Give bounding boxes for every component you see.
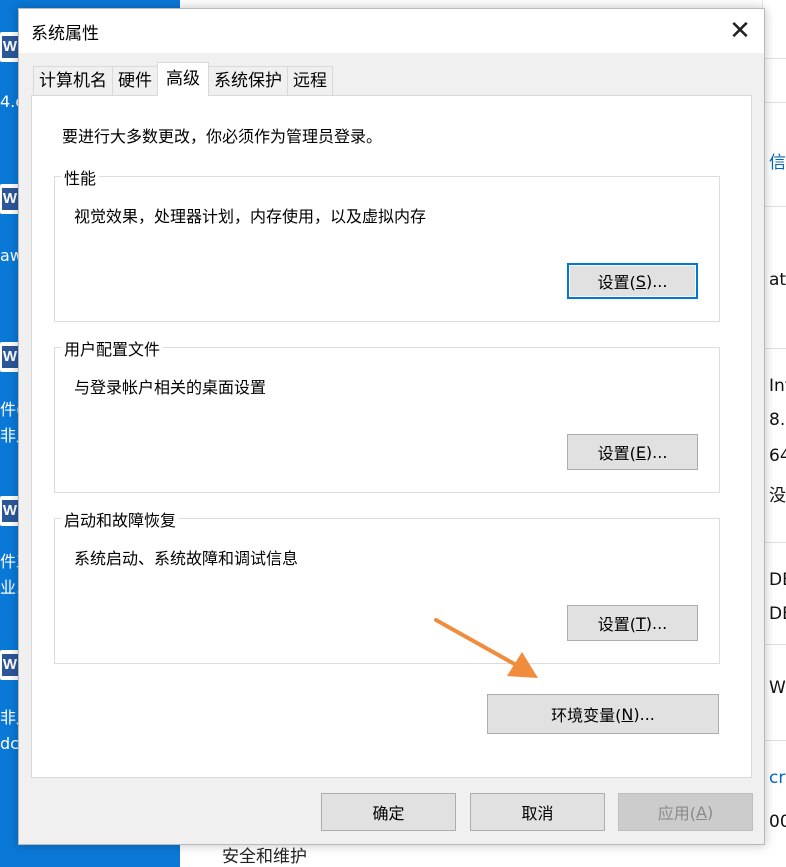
tab-advanced[interactable]: 高级 [157,62,209,96]
background-text: 00 [769,812,786,832]
button-label-suffix: )... [645,442,668,462]
close-icon: ✕ [729,16,751,46]
tab-computer-name[interactable]: 计算机名 [33,66,113,95]
word-document-icon[interactable]: W [0,496,20,526]
performance-title: 性能 [61,165,100,189]
word-document-icon[interactable]: W [0,184,20,214]
background-text: W [769,678,786,698]
performance-group: 性能 视觉效果，处理器计划，内存使用，以及虚拟内存 设置(S)... [54,165,720,322]
word-document-icon[interactable]: W [0,650,20,680]
environment-variables-button[interactable]: 环境变量(N)... [487,694,719,734]
startup-recovery-title: 启动和故障恢复 [61,507,180,531]
button-label: 设置( [597,273,636,292]
background-text: cro [769,768,786,788]
startup-recovery-desc: 系统启动、系统故障和调试信息 [74,549,299,568]
desktop-item-label: dc [0,734,19,753]
background-text: 64 [769,446,786,466]
desktop-item-label: aw [0,246,20,265]
accelerator-key: T [635,613,646,633]
button-label-suffix: ) [706,802,714,822]
word-document-icon[interactable]: W [0,342,20,372]
background-text: 信息 [769,153,786,173]
dialog-title: 系统属性 [31,24,99,44]
user-profiles-title: 用户配置文件 [61,336,164,360]
background-text: 8.0 [769,410,786,430]
desktop-item-label: 非月 [0,708,20,727]
apply-button[interactable]: 应用(A) [618,793,753,831]
button-label-suffix: )... [645,271,668,291]
tab-hardware[interactable]: 硬件 [112,66,158,95]
user-profiles-settings-button[interactable]: 设置(E)... [567,434,698,470]
background-text: atio [769,270,786,290]
accelerator-key: A [696,802,707,822]
word-document-icon[interactable]: W [0,32,20,62]
background-window-right: 信息 atio Int 8.0 64 没 DE DE W cro 00 [762,0,786,840]
button-label: 设置( [597,444,636,463]
desktop-item-label: 件工 [0,552,20,571]
background-text: DE [769,570,786,590]
cancel-button[interactable]: 取消 [470,793,605,831]
tab-system-protection[interactable]: 系统保护 [208,66,288,95]
accelerator-key: E [635,442,646,462]
user-profiles-group: 用户配置文件 与登录帐户相关的桌面设置 设置(E)... [54,336,720,493]
startup-recovery-settings-button[interactable]: 设置(T)... [567,605,698,641]
desktop-item-label: 4.c [0,92,20,111]
background-text: DE [769,604,786,624]
close-button[interactable]: ✕ [716,9,764,53]
admin-note: 要进行大多数更改，你必须作为管理员登录。 [62,127,383,146]
button-label: 环境变量( [551,706,622,725]
user-profiles-desc: 与登录帐户相关的桌面设置 [74,378,267,397]
advanced-tab-panel: 要进行大多数更改，你必须作为管理员登录。 性能 视觉效果，处理器计划，内存使用，… [31,95,752,778]
accelerator-key: N [621,704,634,724]
desktop-item-label: 非月 [0,426,20,445]
performance-desc: 视觉效果，处理器计划，内存使用，以及虚拟内存 [74,207,427,226]
button-label-suffix: )... [633,704,655,724]
button-label: 确定 [372,804,405,823]
tab-strip: 计算机名 硬件 高级 系统保护 远程 [33,62,333,96]
background-link-security[interactable]: 安全和维护 [222,842,307,867]
desktop-item-label: 业.c [0,578,20,597]
performance-settings-button[interactable]: 设置(S)... [567,263,698,299]
title-bar[interactable]: 系统属性 ✕ [19,9,764,53]
startup-recovery-group: 启动和故障恢复 系统启动、系统故障和调试信息 设置(T)... [54,507,720,664]
background-text: Int [769,376,786,396]
background-text: 没 [769,486,786,506]
button-label: 设置( [597,615,636,634]
accelerator-key: S [635,271,646,291]
tab-remote[interactable]: 远程 [287,66,333,95]
button-label: 取消 [521,804,554,823]
ok-button[interactable]: 确定 [321,793,456,831]
system-properties-dialog: 系统属性 ✕ 计算机名 硬件 高级 系统保护 远程 要进行大多数更改，你必须作为… [18,8,765,845]
button-label-suffix: )... [645,613,668,633]
desktop-item-label: 件( [0,400,20,419]
button-label: 应用( [657,804,697,823]
